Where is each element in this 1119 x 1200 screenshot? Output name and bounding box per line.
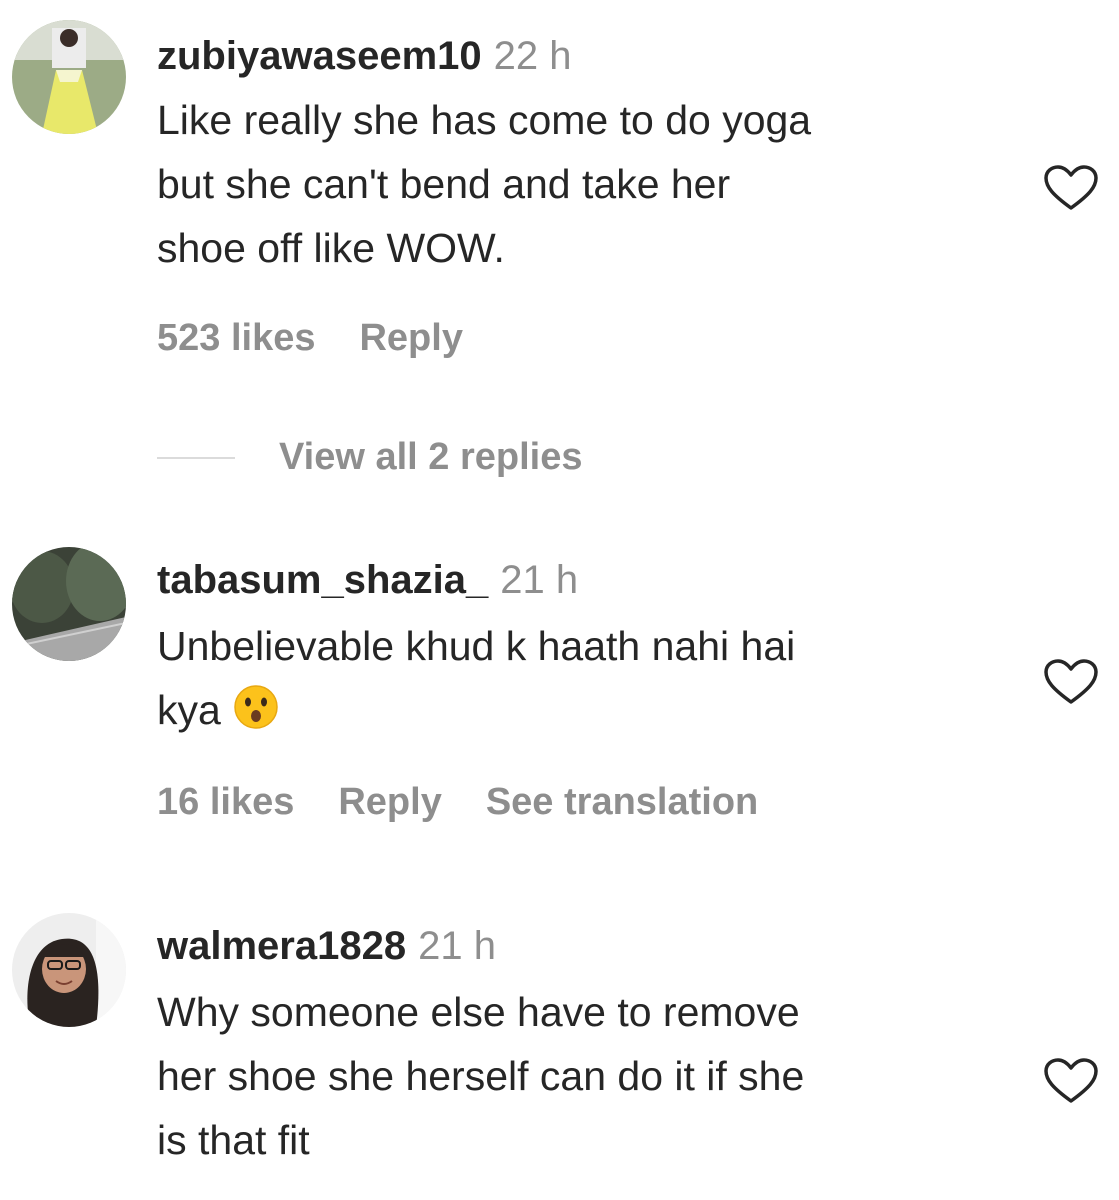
comment-line: Why someone else have to remove: [157, 989, 800, 1035]
divider: [157, 456, 235, 459]
comment-line-text: kya: [157, 687, 221, 733]
comment-line: but she can't bend and take her: [157, 161, 731, 207]
timestamp[interactable]: 21 h: [418, 924, 496, 968]
likes-count[interactable]: 16 likes: [157, 781, 294, 823]
comment-line: is that fit: [157, 1117, 310, 1163]
username[interactable]: walmera1828: [157, 924, 406, 968]
reply-button[interactable]: Reply: [359, 317, 462, 359]
like-heart-icon[interactable]: [1043, 1057, 1099, 1105]
username[interactable]: tabasum_shazia_: [157, 558, 488, 602]
comment-header: tabasum_shazia_ 21 h: [157, 556, 578, 604]
comment-line: Unbelievable khud k haath nahi hai: [157, 623, 796, 669]
reply-button[interactable]: Reply: [338, 781, 441, 823]
avatar-photo: [12, 913, 126, 1027]
view-replies[interactable]: View all 2 replies: [157, 436, 582, 484]
avatar[interactable]: [12, 913, 126, 1027]
comment-line: kya: [157, 678, 1007, 742]
see-translation-button[interactable]: See translation: [486, 781, 758, 823]
timestamp[interactable]: 22 h: [494, 34, 572, 78]
comment-text: Like really she has come to do yoga but …: [157, 88, 1007, 280]
comment-text: Why someone else have to remove her shoe…: [157, 980, 1007, 1172]
comment-header: zubiyawaseem10 22 h: [157, 32, 572, 80]
comment-header: walmera1828 21 h: [157, 922, 496, 970]
avatar[interactable]: [12, 547, 126, 661]
astonished-face-icon: [233, 684, 279, 730]
avatar-photo: [12, 20, 126, 134]
likes-count[interactable]: 523 likes: [157, 317, 315, 359]
avatar[interactable]: [12, 20, 126, 134]
like-heart-icon[interactable]: [1043, 164, 1099, 212]
timestamp[interactable]: 21 h: [500, 558, 578, 602]
comment-text: Unbelievable khud k haath nahi hai kya: [157, 614, 1007, 742]
comment-line: Like really she has come to do yoga: [157, 97, 812, 143]
username[interactable]: zubiyawaseem10: [157, 34, 482, 78]
comment-actions: 523 likes Reply: [157, 314, 507, 362]
comment-line: her shoe she herself can do it if she: [157, 1053, 805, 1099]
comment-actions: 16 likes Reply See translation: [157, 778, 802, 826]
comment-line: shoe off like WOW.: [157, 225, 505, 271]
like-heart-icon[interactable]: [1043, 658, 1099, 706]
view-replies-button[interactable]: View all 2 replies: [279, 436, 582, 478]
avatar-photo: [12, 547, 126, 661]
